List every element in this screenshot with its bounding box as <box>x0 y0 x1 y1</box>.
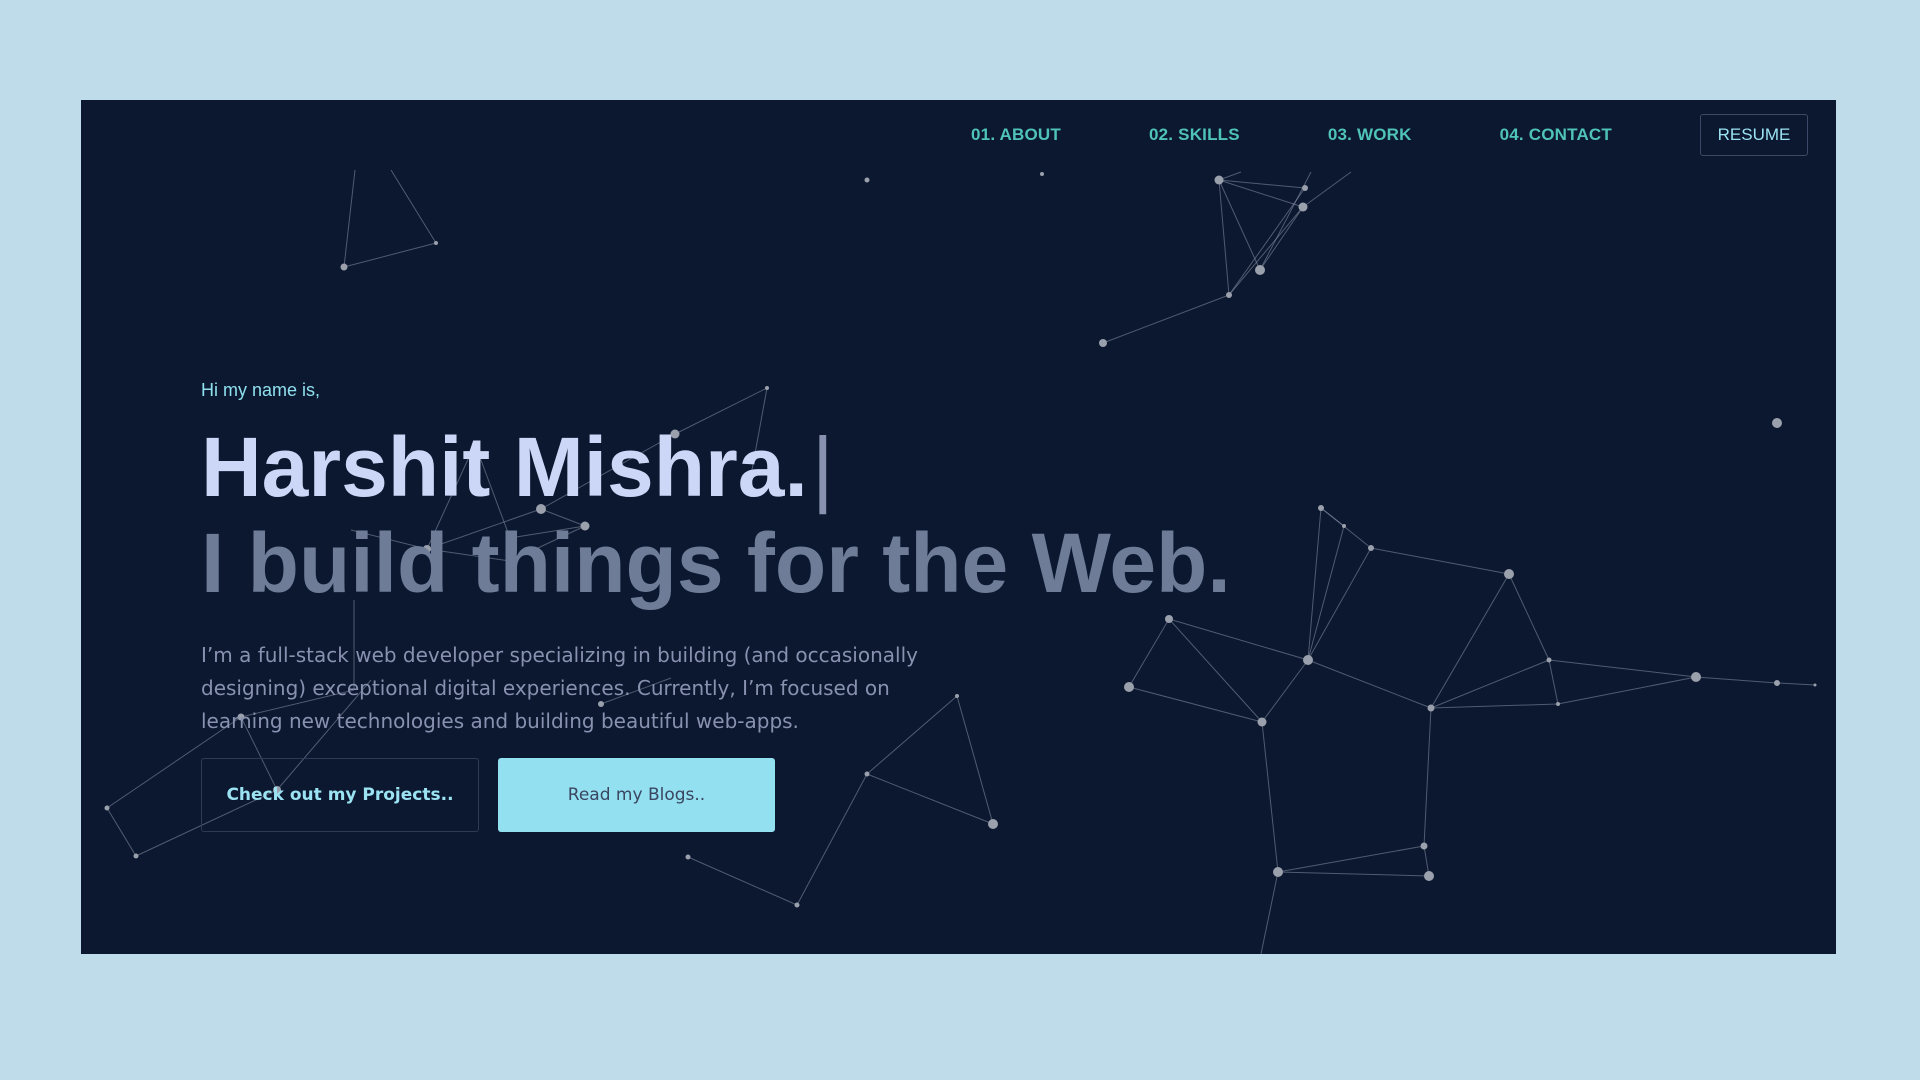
main-nav: 01. ABOUT 02. SKILLS 03. WORK 04. CONTAC… <box>971 100 1836 170</box>
nav-link-about[interactable]: 01. ABOUT <box>971 125 1061 145</box>
hero-content: Hi my name is, Harshit Mishra.| I build … <box>201 380 1231 832</box>
hero-section: 01. ABOUT 02. SKILLS 03. WORK 04. CONTAC… <box>81 100 1836 954</box>
typing-cursor: | <box>811 420 834 514</box>
greeting-text: Hi my name is, <box>201 380 321 400</box>
hero-tagline: I build things for the Web. <box>201 516 1231 610</box>
nav-link-work[interactable]: 03. WORK <box>1328 125 1412 145</box>
hero-bio: I’m a full-stack web developer specializ… <box>201 643 918 733</box>
resume-button[interactable]: RESUME <box>1700 114 1808 156</box>
hero-buttons: Check out my Projects.. Read my Blogs.. <box>201 758 1231 832</box>
blogs-button[interactable]: Read my Blogs.. <box>498 758 775 832</box>
hero-name: Harshit Mishra.| <box>201 421 1231 513</box>
nav-link-skills[interactable]: 02. SKILLS <box>1149 125 1240 145</box>
projects-button[interactable]: Check out my Projects.. <box>201 758 479 832</box>
nav-link-contact[interactable]: 04. CONTACT <box>1500 125 1612 145</box>
hero-name-text: Harshit Mishra. <box>201 420 808 514</box>
